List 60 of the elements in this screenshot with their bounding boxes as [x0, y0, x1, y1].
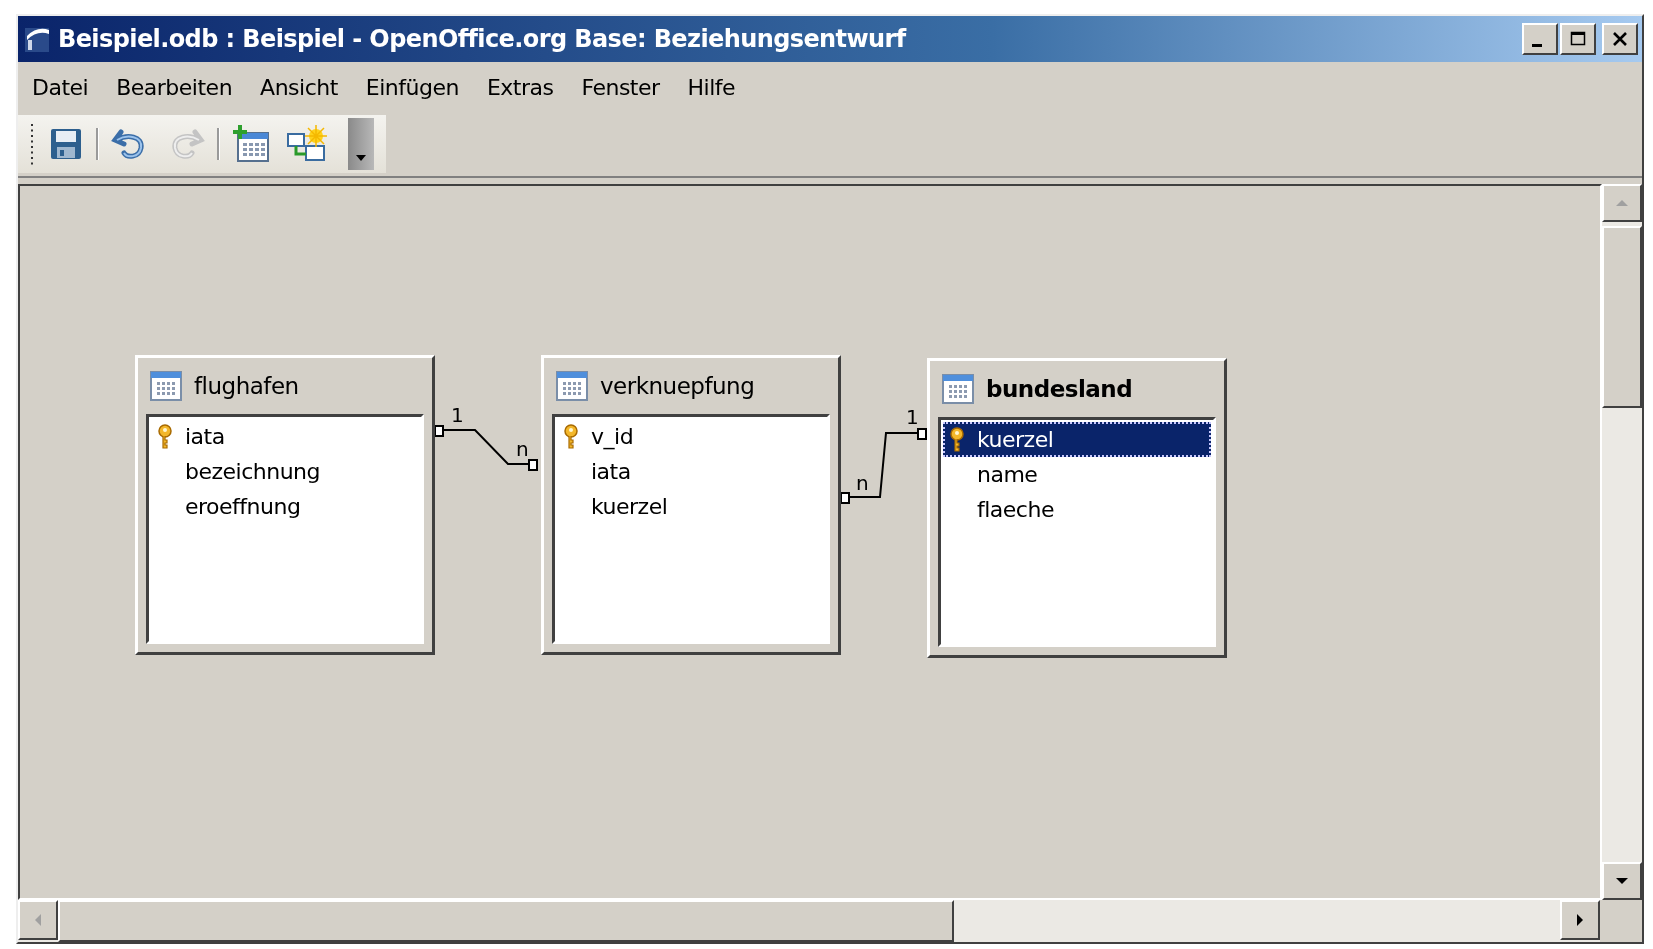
table-name: flughafen — [194, 373, 299, 399]
field-name: name — [977, 462, 1038, 487]
field-name: iata — [185, 424, 225, 449]
caret-icon — [355, 154, 367, 162]
field-row[interactable]: name — [943, 457, 1211, 492]
right-arrow-icon — [1576, 913, 1584, 927]
scroll-thumb[interactable] — [58, 900, 954, 942]
scroll-right-button[interactable] — [1560, 900, 1600, 940]
minimize-button[interactable] — [1522, 23, 1558, 55]
field-row[interactable]: iata — [557, 454, 825, 489]
menu-item[interactable]: Einfügen — [365, 74, 459, 100]
field-name: flaeche — [977, 497, 1054, 522]
field-name: eroeffnung — [185, 494, 301, 519]
up-arrow-icon — [1615, 199, 1629, 207]
scroll-up-button[interactable] — [1602, 184, 1642, 222]
scroll-down-button[interactable] — [1602, 862, 1642, 900]
table-icon — [150, 371, 182, 401]
field-row[interactable]: flaeche — [943, 492, 1211, 527]
minimize-icon — [1532, 43, 1542, 47]
left-arrow-icon — [34, 913, 42, 927]
menu-item[interactable]: Fenster — [581, 74, 660, 100]
vertical-scrollbar[interactable] — [1602, 184, 1642, 900]
cardinality-label: 1 — [906, 405, 919, 429]
field-row[interactable]: v_id — [557, 419, 825, 454]
menu-item[interactable]: Ansicht — [260, 74, 338, 100]
field-row[interactable]: kuerzel — [943, 422, 1211, 457]
table-icon — [556, 371, 588, 401]
relation-line[interactable] — [434, 425, 538, 471]
cardinality-label: n — [516, 437, 529, 461]
field-name: kuerzel — [977, 427, 1054, 452]
field-name: bezeichnung — [185, 459, 321, 484]
field-row[interactable]: kuerzel — [557, 489, 825, 524]
field-row[interactable]: eroeffnung — [151, 489, 419, 524]
field-row[interactable]: bezeichnung — [151, 454, 419, 489]
table-name: verknuepfung — [600, 373, 755, 399]
table-icon — [942, 374, 974, 404]
cardinality-label: 1 — [451, 403, 464, 427]
window-title: Beispiel.odb : Beispiel - OpenOffice.org Base: Beziehungsentwurf — [58, 25, 906, 53]
cardinality-label: n — [856, 471, 869, 495]
maximize-button[interactable] — [1560, 23, 1596, 55]
toolbar-grip-icon[interactable] — [30, 121, 36, 167]
scroll-left-button[interactable] — [18, 900, 58, 940]
table-window[interactable]: bundesland kuerzel name flaeche — [927, 358, 1227, 658]
table-window[interactable]: flughafen iata bezeichnung eroeffnung — [135, 355, 435, 655]
field-name: v_id — [591, 424, 634, 449]
toolbar-overflow-button[interactable] — [348, 118, 374, 170]
down-arrow-icon — [1615, 877, 1629, 885]
scroll-thumb[interactable] — [1602, 226, 1642, 408]
menu-item[interactable]: Datei — [32, 74, 89, 100]
horizontal-scrollbar[interactable] — [18, 900, 1642, 942]
field-name: iata — [591, 459, 631, 484]
table-window[interactable]: verknuepfung v_id iata kuerzel — [541, 355, 841, 655]
field-row[interactable]: iata — [151, 419, 419, 454]
relation-line[interactable] — [840, 428, 927, 504]
menu-item[interactable]: Hilfe — [687, 74, 736, 100]
table-name: bundesland — [986, 376, 1133, 402]
close-button[interactable] — [1602, 23, 1638, 55]
field-name: kuerzel — [591, 494, 668, 519]
menu-item[interactable]: Extras — [486, 74, 554, 100]
menu-item[interactable]: Bearbeiten — [116, 74, 233, 100]
